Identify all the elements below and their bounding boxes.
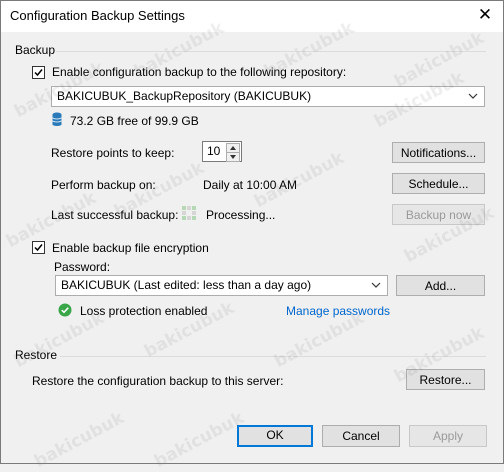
loss-protection-text: Loss protection enabled <box>80 304 208 318</box>
password-label: Password: <box>54 260 111 274</box>
encryption-label: Enable backup file encryption <box>52 241 209 255</box>
restore-button[interactable]: Restore... <box>406 369 485 390</box>
restore-description: Restore the configuration backup to this… <box>32 374 284 388</box>
restore-group-label: Restore <box>15 348 58 362</box>
cancel-button[interactable]: Cancel <box>322 425 400 447</box>
check-circle-icon <box>58 303 72 317</box>
chevron-down-icon <box>371 282 381 288</box>
watermark-text: bakicubuk <box>31 408 128 472</box>
last-backup-label: Last successful backup: <box>51 208 179 222</box>
repository-select[interactable]: BAKICUBUK_BackupRepository (BAKICUBUK) <box>51 86 485 107</box>
schedule-button[interactable]: Schedule... <box>392 173 485 194</box>
password-select[interactable]: BAKICUBUK (Last edited: less than a day … <box>55 275 388 296</box>
manage-passwords-link[interactable]: Manage passwords <box>286 304 390 318</box>
backup-group-label: Backup <box>15 43 56 57</box>
last-backup-value: Processing... <box>206 208 276 222</box>
encryption-checkbox[interactable] <box>32 241 45 254</box>
watermark-text: bakicubuk <box>391 28 488 92</box>
schedule-value: Daily at 10:00 AM <box>203 178 298 192</box>
notifications-button[interactable]: Notifications... <box>392 142 485 163</box>
restore-group-divider <box>60 356 486 357</box>
stepper-down-icon[interactable] <box>226 152 240 162</box>
add-password-button[interactable]: Add... <box>396 275 485 296</box>
password-selected-value: BAKICUBUK (Last edited: less than a day … <box>61 278 312 292</box>
apply-button[interactable]: Apply <box>409 425 487 447</box>
schedule-label: Perform backup on: <box>51 178 156 192</box>
database-icon <box>52 112 62 126</box>
close-icon[interactable]: ✕ <box>470 2 500 28</box>
processing-icon <box>182 206 196 220</box>
restore-points-value: 10 <box>207 144 221 158</box>
backup-group-divider <box>56 51 486 52</box>
backup-now-button[interactable]: Backup now <box>392 204 485 225</box>
window-title: Configuration Backup Settings <box>10 8 185 23</box>
enable-backup-checkbox[interactable] <box>32 66 45 79</box>
repository-selected-value: BAKICUBUK_BackupRepository (BAKICUBUK) <box>57 89 312 103</box>
restore-points-label: Restore points to keep: <box>51 146 175 160</box>
watermark-text: bakicubuk <box>151 408 248 472</box>
chevron-down-icon <box>468 93 478 99</box>
restore-points-stepper[interactable]: 10 <box>202 141 242 162</box>
storage-free-text: 73.2 GB free of 99.9 GB <box>70 114 199 128</box>
ok-button[interactable]: OK <box>237 425 313 447</box>
enable-backup-label: Enable configuration backup to the follo… <box>52 65 347 79</box>
